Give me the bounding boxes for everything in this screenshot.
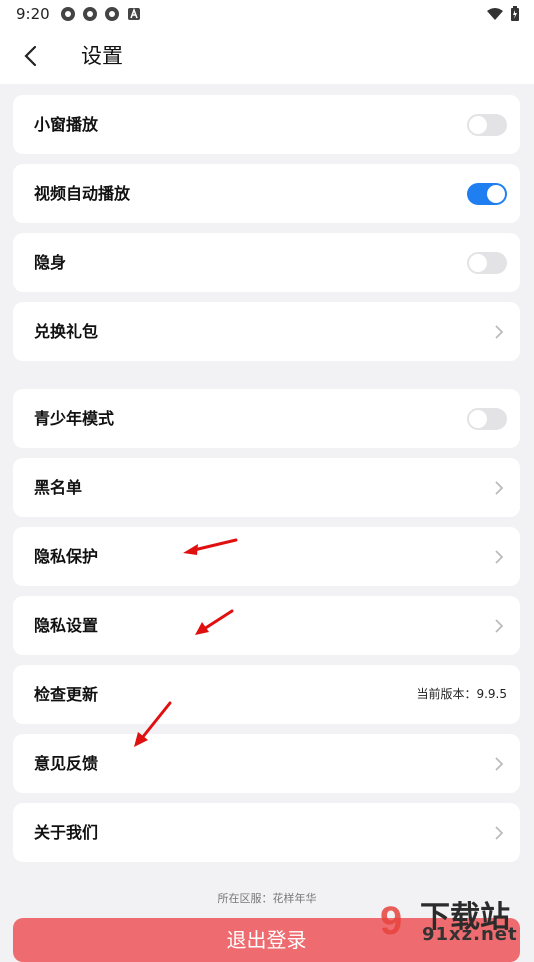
teen-mode-toggle[interactable] xyxy=(467,408,507,430)
battery-icon xyxy=(511,6,519,21)
invisible-toggle[interactable] xyxy=(467,252,507,274)
setting-label: 隐私保护 xyxy=(34,547,99,566)
setting-teen-mode[interactable]: 青少年模式 xyxy=(13,389,520,448)
chevron-right-icon xyxy=(495,481,504,495)
settings-card-partial xyxy=(13,70,520,84)
video-autoplay-toggle[interactable] xyxy=(467,183,507,205)
setting-label: 检查更新 xyxy=(34,685,99,704)
setting-label: 视频自动播放 xyxy=(34,184,131,203)
watermark-site: 91xz.net xyxy=(422,924,518,945)
chevron-right-icon xyxy=(495,619,504,633)
setting-privacy-settings[interactable]: 隐私设置 xyxy=(13,596,520,655)
chevron-right-icon xyxy=(495,550,504,564)
setting-label: 青少年模式 xyxy=(34,409,115,428)
page-title: 设置 xyxy=(81,44,123,68)
mini-window-toggle[interactable] xyxy=(467,114,507,136)
font-notification-icon xyxy=(128,7,140,20)
status-bar: 9:20 xyxy=(0,0,534,28)
chevron-right-icon xyxy=(495,325,504,339)
annotation-arrow-icon xyxy=(183,538,238,555)
setting-label: 黑名单 xyxy=(34,478,83,497)
setting-invisible[interactable]: 隐身 xyxy=(13,233,520,292)
setting-label: 兑换礼包 xyxy=(34,322,99,341)
wifi-icon xyxy=(487,8,503,20)
annotation-arrow-icon xyxy=(195,609,234,635)
setting-label: 意见反馈 xyxy=(34,754,99,773)
setting-label: 隐私设置 xyxy=(34,616,99,635)
setting-mini-window[interactable]: 小窗播放 xyxy=(13,95,520,154)
watermark-logo-icon: 9 xyxy=(380,899,402,943)
annotation-arrow-icon xyxy=(134,701,172,747)
toggle-knob xyxy=(487,185,505,203)
setting-check-update[interactable]: 检查更新 当前版本：9.9.5 xyxy=(13,665,520,724)
app-notification-icon xyxy=(105,7,119,21)
setting-about-us[interactable]: 关于我们 xyxy=(13,803,520,862)
setting-redeem-gift[interactable]: 兑换礼包 xyxy=(13,302,520,361)
setting-feedback[interactable]: 意见反馈 xyxy=(13,734,520,793)
toggle-knob xyxy=(469,254,487,272)
app-notification-icon xyxy=(61,7,75,21)
setting-label: 小窗播放 xyxy=(34,115,99,134)
app-notification-icon xyxy=(83,7,97,21)
setting-label: 隐身 xyxy=(34,253,67,272)
current-version-text: 当前版本：9.9.5 xyxy=(416,687,507,701)
chevron-right-icon xyxy=(495,826,504,840)
notification-icons xyxy=(60,6,142,22)
setting-blacklist[interactable]: 黑名单 xyxy=(13,458,520,517)
svg-text:9: 9 xyxy=(380,899,402,943)
setting-privacy-protection[interactable]: 隐私保护 xyxy=(13,527,520,586)
setting-video-autoplay[interactable]: 视频自动播放 xyxy=(13,164,520,223)
system-status-icons xyxy=(486,6,520,22)
back-arrow-icon[interactable] xyxy=(20,42,44,70)
setting-label: 关于我们 xyxy=(34,823,99,842)
toggle-knob xyxy=(469,116,487,134)
watermark: 9 下载站 91xz.net xyxy=(380,890,530,950)
chevron-right-icon xyxy=(495,757,504,771)
status-time: 9:20 xyxy=(16,5,50,23)
toggle-knob xyxy=(469,410,487,428)
